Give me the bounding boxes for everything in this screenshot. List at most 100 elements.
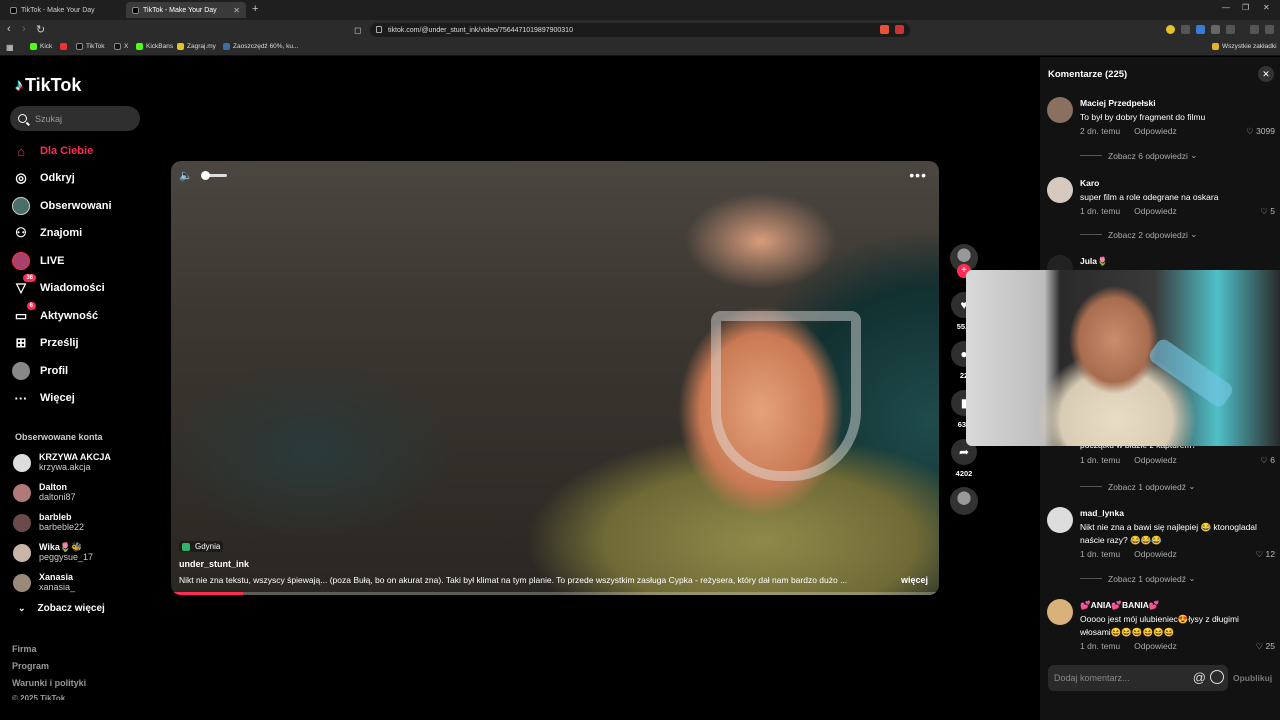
footer-link-program[interactable]: Program <box>12 661 49 671</box>
reply-button[interactable]: Odpowiedz <box>1134 455 1177 465</box>
comment-like-button[interactable]: ♡ 6 <box>1260 455 1275 466</box>
new-tab-button[interactable]: + <box>252 3 258 15</box>
location-icon <box>182 542 190 551</box>
followed-account[interactable]: barbleb barbeble22 <box>13 512 84 533</box>
minimize-button[interactable]: — <box>1222 3 1230 12</box>
nav-profile[interactable]: Profil <box>12 362 152 380</box>
close-icon[interactable]: ✕ <box>1258 66 1274 82</box>
bookmark-kick[interactable]: Kick <box>30 43 52 50</box>
kick-icon <box>136 43 143 50</box>
comment-author[interactable]: mad_lynka <box>1080 508 1124 518</box>
avatar[interactable] <box>1047 97 1073 123</box>
comment-author[interactable]: Maciej Przedpełski <box>1080 98 1156 108</box>
mention-icon[interactable]: @ <box>1193 670 1206 685</box>
comment-like-button[interactable]: ♡ 3099 <box>1246 126 1275 137</box>
browser-tab[interactable]: TikTok - Make Your Day <box>4 2 122 18</box>
bookmark-x[interactable]: X <box>114 43 128 50</box>
reply-button[interactable]: Odpowiedz <box>1134 126 1177 136</box>
footer-link-terms[interactable]: Warunki i polityki <box>12 678 86 688</box>
see-more-button[interactable]: ⌄ Zobacz więcej <box>18 603 105 614</box>
emoji-icon[interactable] <box>1210 670 1224 684</box>
bookmark-icon[interactable]: ◻ <box>354 25 361 36</box>
comment-author[interactable]: Jula🌷 <box>1080 256 1108 267</box>
followed-account[interactable]: Xanasia xanasia_ <box>13 572 75 593</box>
nav-following[interactable]: Obserwowani <box>12 197 152 215</box>
browser-tabbar: TikTok - Make Your Day TikTok - Make You… <box>0 0 1280 20</box>
avatar[interactable] <box>1047 507 1073 533</box>
location-tag[interactable]: Gdynia <box>179 541 224 552</box>
video-player[interactable]: 🔈 ••• Gdynia under_stunt_ink Nikt nie zn… <box>171 161 939 595</box>
comment-author[interactable]: 💕ANIA💕BANIA💕 <box>1080 600 1159 611</box>
followed-account[interactable]: Dalton daltoni87 <box>13 482 76 503</box>
volume-knob[interactable] <box>200 171 210 180</box>
close-tab-icon[interactable]: ✕ <box>233 6 240 15</box>
bookmark-kickbans[interactable]: KickBans <box>136 43 173 50</box>
avatar <box>13 453 31 472</box>
view-replies-button[interactable]: Zobacz 1 odpowiedź ⌄ <box>1080 573 1195 584</box>
followed-account[interactable]: Wika🌷🐝 peggysue_17 <box>13 542 93 563</box>
extensions-puzzle-icon[interactable] <box>1211 25 1220 34</box>
nav-activity[interactable]: ▭ 6 Aktywność <box>12 302 152 325</box>
video-options-icon[interactable]: ••• <box>909 167 927 183</box>
media-icon[interactable] <box>1250 25 1259 34</box>
nav-messages[interactable]: ▽ 36 Wiadomości <box>12 274 152 297</box>
reply-button[interactable]: Odpowiedz <box>1134 549 1177 559</box>
volume-control[interactable]: 🔈 <box>179 169 227 182</box>
comment-like-button[interactable]: ♡ 5 <box>1260 206 1275 217</box>
nav-friends[interactable]: ⚇ Znajomi <box>12 224 152 242</box>
avatar: + <box>950 244 978 278</box>
comment-author[interactable]: Karo <box>1080 178 1099 188</box>
bookmark-zagraj[interactable]: Zagraj.my <box>177 43 216 50</box>
comment-input[interactable]: Dodaj komentarz... @ <box>1048 665 1228 691</box>
video-progress-bar[interactable] <box>174 592 936 595</box>
search-input[interactable]: Szukaj <box>10 106 140 131</box>
menu-icon[interactable] <box>1265 25 1274 34</box>
bookmark-tiktok[interactable]: TikTok <box>76 43 105 50</box>
extension-icon[interactable] <box>1166 25 1175 34</box>
followed-account[interactable]: KRZYWA AKCJA krzywa.akcja <box>13 452 111 473</box>
forward-icon[interactable]: › <box>22 23 26 35</box>
brave-shield-icon[interactable] <box>880 25 889 34</box>
avatar <box>13 543 31 562</box>
post-comment-button[interactable]: Opublikuj <box>1233 673 1272 683</box>
extension-icon[interactable] <box>1181 25 1190 34</box>
back-icon[interactable]: ‹ <box>7 23 11 35</box>
avatar <box>13 573 31 592</box>
avatar[interactable] <box>1047 177 1073 203</box>
bookmark-red[interactable] <box>60 43 70 50</box>
apps-grid-icon[interactable]: ▦ <box>6 43 14 52</box>
extension-icon[interactable] <box>1196 25 1205 34</box>
volume-slider[interactable] <box>200 171 227 180</box>
sidebar-icon[interactable] <box>1226 25 1235 34</box>
reload-icon[interactable]: ↻ <box>36 23 45 36</box>
view-replies-button[interactable]: Zobacz 6 odpowiedzi ⌄ <box>1080 150 1197 161</box>
footer-link-company[interactable]: Firma <box>12 644 37 654</box>
view-replies-button[interactable]: Zobacz 2 odpowiedzi ⌄ <box>1080 229 1197 240</box>
creator-avatar[interactable]: + <box>949 244 979 278</box>
volume-icon[interactable]: 🔈 <box>179 169 193 182</box>
more-button[interactable]: więcej <box>901 575 928 585</box>
nav-more[interactable]: ··· Więcej <box>12 389 152 407</box>
comment-like-button[interactable]: ♡ 12 <box>1256 549 1275 560</box>
url-field[interactable]: tiktok.com/@under_stunt_ink/video/756447… <box>370 23 910 37</box>
all-bookmarks-folder[interactable]: Wszystkie zakładki <box>1212 43 1277 50</box>
nav-upload[interactable]: ⊞ Prześlij <box>12 334 152 352</box>
maximize-button[interactable]: ❐ <box>1242 3 1249 12</box>
nav-for-you[interactable]: ⌂ Dla Ciebie <box>12 142 152 160</box>
comment-text: Nikt nie zna a bawi się najlepiej 😂 kton… <box>1080 522 1257 545</box>
bookmark-steam[interactable]: Zaoszczędź 60%, ku... <box>223 43 298 50</box>
close-window-button[interactable]: ✕ <box>1263 3 1270 12</box>
rewards-icon[interactable] <box>895 25 904 34</box>
reply-button[interactable]: Odpowiedz <box>1134 641 1177 651</box>
browser-tab-active[interactable]: TikTok - Make Your Day ✕ <box>126 2 246 18</box>
site-info-icon[interactable] <box>376 26 382 33</box>
music-disc[interactable] <box>949 487 979 515</box>
tiktok-logo[interactable]: ♪ TikTok <box>15 75 81 96</box>
video-author[interactable]: under_stunt_ink <box>179 559 249 569</box>
avatar[interactable] <box>1047 599 1073 625</box>
nav-explore[interactable]: ◎ Odkryj <box>12 169 152 187</box>
view-replies-button[interactable]: Zobacz 1 odpowiedź ⌄ <box>1080 481 1195 492</box>
nav-live[interactable]: LIVE <box>12 252 152 270</box>
reply-button[interactable]: Odpowiedz <box>1134 206 1177 216</box>
comment-like-button[interactable]: ♡ 25 <box>1256 641 1275 652</box>
